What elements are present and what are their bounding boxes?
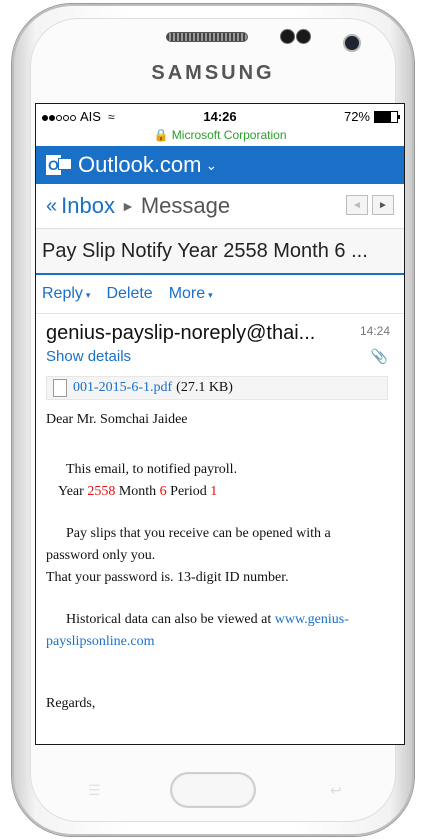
message-pager: ◄ ► bbox=[346, 195, 394, 215]
attachment-size: (27.1 KB) bbox=[176, 380, 233, 395]
attachment-item[interactable]: 001-2015-6-1.pdf (27.1 KB) bbox=[46, 376, 388, 400]
front-camera bbox=[345, 36, 359, 50]
attachment-paperclip-icon: 📎 bbox=[370, 348, 388, 364]
payslip-website-link-cont[interactable]: payslipsonline.com bbox=[46, 634, 155, 649]
phone-screen: AIS ≈ 14:26 72% 🔒 Microsoft Corporation … bbox=[36, 104, 404, 744]
show-details-link[interactable]: Show details bbox=[46, 348, 131, 365]
chevron-down-icon[interactable]: ⌄ bbox=[206, 157, 218, 174]
body-line: Historical data can also be viewed at ww… bbox=[66, 612, 349, 627]
menu-key-icon[interactable]: ☰ bbox=[88, 782, 101, 799]
delete-button[interactable]: Delete bbox=[106, 285, 152, 303]
light-sensor bbox=[297, 30, 310, 43]
back-key-icon[interactable]: ↩ bbox=[330, 782, 342, 799]
outlook-logo-icon: O bbox=[46, 154, 72, 176]
payslip-website-link[interactable]: www.genius- bbox=[275, 612, 349, 627]
proximity-sensor bbox=[281, 30, 294, 43]
battery-percent: 72% bbox=[343, 109, 370, 124]
reply-button[interactable]: Reply ▾ bbox=[42, 285, 90, 303]
status-right: 72% bbox=[343, 109, 400, 124]
brand-logo: SAMSUNG bbox=[151, 62, 275, 84]
details-row: Show details 📎 bbox=[36, 344, 404, 370]
earpiece-speaker bbox=[166, 32, 248, 42]
sender-row: genius-payslip-noreply@thai... 14:24 bbox=[36, 314, 404, 344]
greeting: Dear Mr. Somchai Jaidee bbox=[46, 412, 188, 427]
breadcrumb-separator-icon: ► bbox=[120, 198, 135, 214]
body-line: password only you. bbox=[46, 548, 156, 563]
payroll-period-line: Year 2558 Month 6 Period 1 bbox=[58, 484, 218, 499]
home-button[interactable] bbox=[170, 772, 256, 808]
message-navbar: « Inbox ► Message ◄ ► bbox=[36, 184, 404, 229]
more-button[interactable]: More ▾ bbox=[169, 285, 213, 303]
address-bar[interactable]: 🔒 Microsoft Corporation bbox=[36, 128, 404, 146]
previous-message-button[interactable]: ◄ bbox=[346, 195, 368, 215]
lock-icon: 🔒 bbox=[153, 128, 169, 142]
message-actions: Reply ▾ Delete More ▾ bbox=[36, 275, 404, 314]
battery-icon bbox=[374, 110, 400, 123]
file-icon bbox=[53, 379, 67, 397]
body-line: Pay slips that you receive can be opened… bbox=[66, 526, 331, 541]
message-time: 14:24 bbox=[359, 324, 390, 338]
inbox-link[interactable]: Inbox bbox=[61, 193, 115, 219]
attachment-name[interactable]: 001-2015-6-1.pdf bbox=[73, 380, 172, 396]
message-body: Dear Mr. Somchai Jaidee This email, to n… bbox=[36, 400, 404, 740]
status-bar: AIS ≈ 14:26 72% bbox=[36, 104, 404, 130]
message-subject: Pay Slip Notify Year 2558 Month 6 ... bbox=[36, 229, 404, 275]
outlook-header: O Outlook.com ⌄ bbox=[36, 146, 404, 184]
body-line: That your password is. 13-digit ID numbe… bbox=[46, 570, 289, 585]
next-message-button[interactable]: ► bbox=[372, 195, 394, 215]
body-line: payslipsonline.com bbox=[46, 634, 155, 650]
regards: Regards, bbox=[46, 696, 96, 711]
site-name: Microsoft Corporation bbox=[171, 128, 287, 142]
outlook-title[interactable]: Outlook.com bbox=[78, 152, 202, 178]
back-icon[interactable]: « bbox=[46, 195, 57, 218]
current-page-label: Message bbox=[140, 193, 231, 218]
sender-address: genius-payslip-noreply@thai... bbox=[46, 322, 316, 344]
body-line: This email, to notified payroll. bbox=[66, 462, 238, 477]
